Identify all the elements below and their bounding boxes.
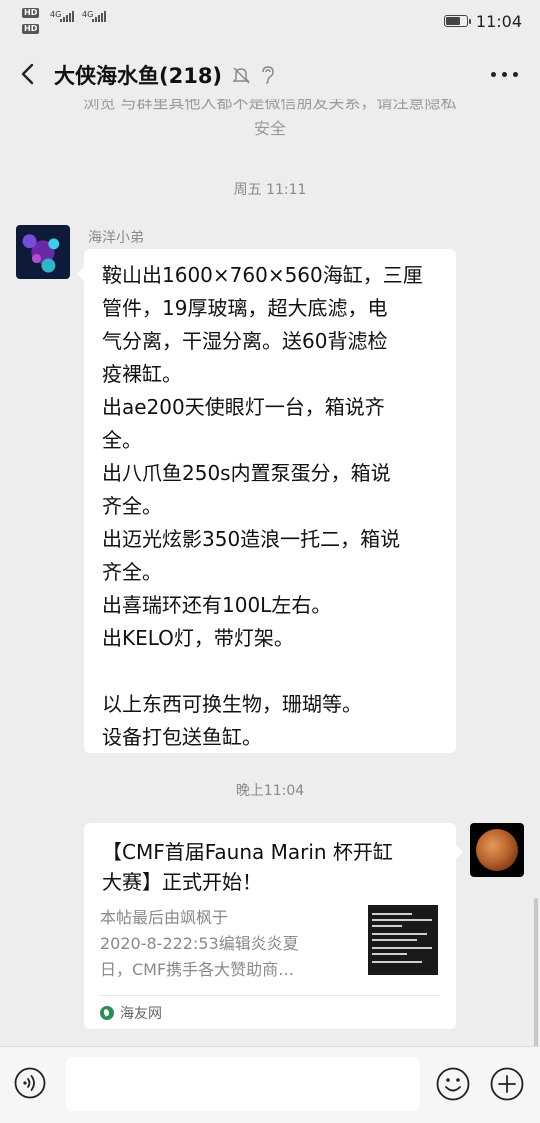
- scrollbar[interactable]: [534, 898, 538, 1048]
- message-bubble[interactable]: 鞍山出1600×760×560海缸，三厘 管件，19厚玻璃，超大底滤，电 气分离，干…: [77, 249, 456, 754]
- emoji-icon[interactable]: [436, 1067, 470, 1101]
- earpiece-mode-icon: [262, 66, 274, 84]
- message-line: 出ae200天使眼灯一台，箱说齐: [102, 395, 385, 419]
- privacy-notice: 浏览 与群里其他人都不是微信朋友关系，请注意隐私 安全: [40, 99, 500, 141]
- link-card-title: 【CMF首届Fauna Marin 杯开缸 大赛】正式开始！: [102, 840, 393, 894]
- message-line: 全。: [102, 428, 142, 452]
- mute-bell-icon: [232, 67, 250, 84]
- link-card-thumbnail: [368, 905, 438, 975]
- message-line: [102, 655, 444, 688]
- sender-name: 海洋小弟: [88, 230, 144, 246]
- message-line: 气分离，干湿分离。送60背滤检: [102, 329, 388, 353]
- voice-input-icon[interactable]: [14, 1067, 46, 1099]
- message-line: 齐全。: [102, 494, 162, 518]
- privacy-notice-line: 浏览 与群里其他人都不是微信朋友关系，请注意隐私: [83, 99, 457, 112]
- message-line: 出KELO灯，带灯架。: [102, 626, 294, 650]
- link-card-description: 本帖最后由飒枫于 2020-8-222:53编辑炎炎夏 日，CMF携手各大赞助商…: [100, 908, 299, 979]
- avatar[interactable]: [16, 225, 70, 279]
- link-card-source: 海友网: [100, 1003, 162, 1023]
- message-timestamp: 周五 11:11: [233, 182, 307, 198]
- privacy-notice-line: 安全: [253, 119, 286, 138]
- message-line: 管件，19厚玻璃，超大底滤，电: [102, 296, 388, 320]
- avatar[interactable]: [470, 823, 524, 877]
- back-arrow-icon[interactable]: [14, 60, 42, 88]
- more-options-icon[interactable]: [491, 72, 518, 77]
- input-bar: [0, 1046, 540, 1123]
- message-line: 疫裸缸。: [102, 362, 182, 386]
- chat-title: 大侠海水鱼(218): [54, 64, 223, 88]
- signal-indicators: HD 4G 4G HD: [22, 6, 122, 38]
- chat-header: 大侠海水鱼(218): [0, 48, 540, 102]
- hd-badge: HD: [22, 24, 40, 34]
- message-line: 出迈光炫影350造浪一托二，箱说: [102, 527, 401, 551]
- link-card[interactable]: 【CMF首届Fauna Marin 杯开缸 大赛】正式开始！ 本帖最后由飒枫于 …: [84, 823, 463, 1029]
- status-bar: HD 4G 4G HD 11:04: [0, 0, 540, 44]
- message-line: 出八爪鱼250s内置泵蛋分，箱说: [102, 461, 391, 485]
- signal-strength-icon: [92, 10, 106, 22]
- source-name: 海友网: [120, 1006, 162, 1022]
- message-timestamp: 晚上11:04: [235, 783, 305, 799]
- signal-strength-icon: [60, 10, 74, 22]
- battery-icon: [443, 15, 471, 27]
- message-text: 鞍山出1600×760×560海缸，三厘 管件，19厚玻璃，超大底滤，电 气分离，干…: [102, 259, 444, 754]
- message-input[interactable]: [66, 1057, 420, 1111]
- message-line: 鞍山出1600×760×560海缸，三厘: [102, 263, 423, 287]
- clock: 11:04: [475, 11, 522, 31]
- message-line: 设备打包送鱼缸。: [102, 725, 262, 749]
- message-line: 出喜瑞环还有100L左右。: [102, 593, 332, 617]
- message-line: 齐全。: [102, 560, 162, 584]
- source-logo-icon: [100, 1006, 114, 1020]
- message-line: 以上东西可换生物，珊瑚等。: [102, 692, 362, 716]
- hd-badge: HD: [22, 8, 40, 18]
- add-more-icon[interactable]: [490, 1067, 524, 1101]
